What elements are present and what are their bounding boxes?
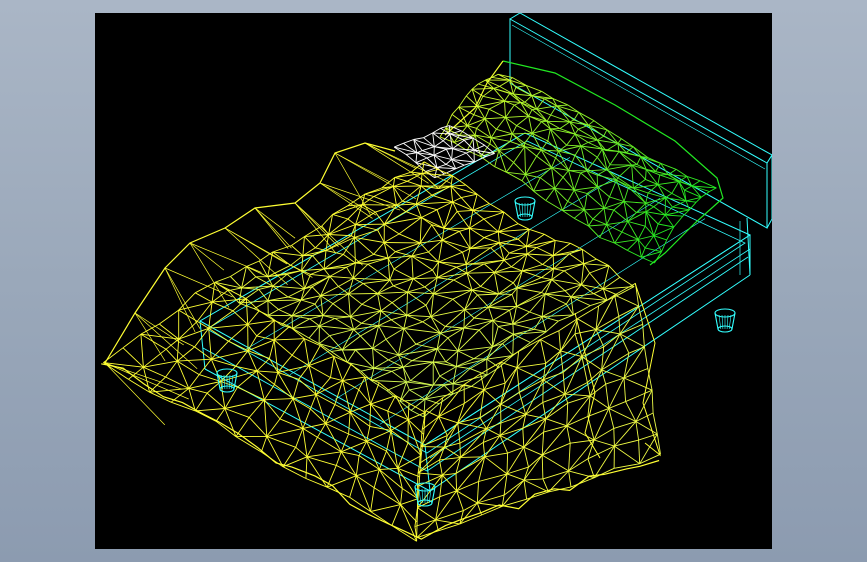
- cad-viewport[interactable]: [95, 13, 772, 549]
- bed-wireframe-drawing: [101, 13, 772, 542]
- bed-frame-wireframe: [198, 132, 752, 492]
- blanket-wireframe: [101, 142, 661, 542]
